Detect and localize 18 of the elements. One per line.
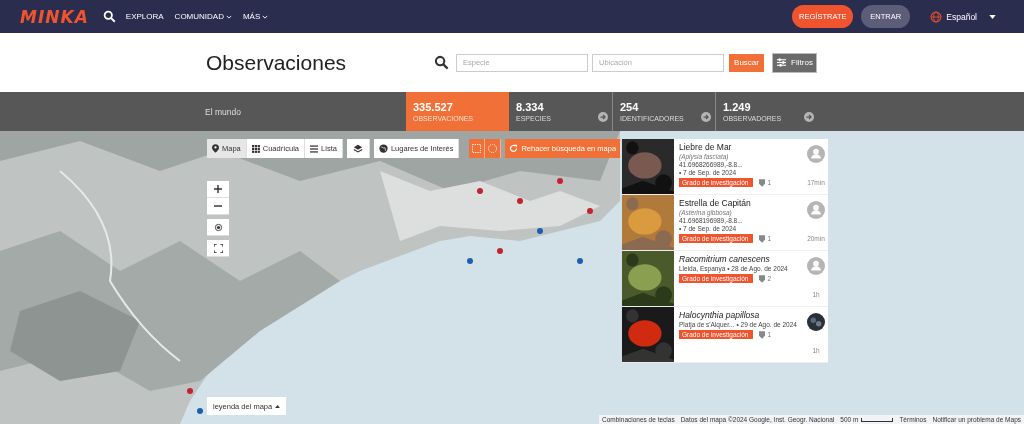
- language-selector[interactable]: Español: [930, 10, 996, 23]
- globe-icon: [930, 10, 943, 23]
- chevron-down-icon: [225, 14, 232, 19]
- nav-link[interactable]: MÁS: [242, 12, 269, 21]
- place-label: El mundo: [204, 105, 242, 119]
- nav-link[interactable]: EXPLORA: [125, 12, 164, 21]
- site-logo[interactable]: MINKA: [20, 6, 89, 27]
- arrow-icon: [701, 112, 711, 122]
- caret-icon: [989, 14, 996, 19]
- filters-button[interactable]: Filtros: [772, 52, 817, 73]
- sliders-icon: [776, 57, 788, 68]
- arrow-icon: [804, 112, 814, 122]
- page-title: Observaciones: [206, 50, 348, 75]
- search-icon[interactable]: [102, 10, 116, 23]
- arrow-icon: [598, 112, 608, 122]
- search-icon: [434, 55, 449, 70]
- nav-link[interactable]: COMUNIDAD: [174, 12, 232, 21]
- chevron-down-icon: [262, 14, 269, 19]
